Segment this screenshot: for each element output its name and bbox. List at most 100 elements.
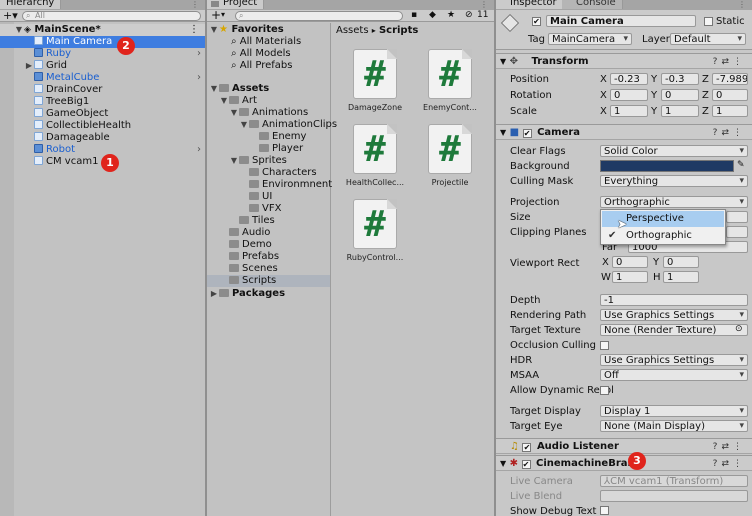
target-display-dropdown[interactable]: Display 1	[600, 405, 748, 417]
hierarchy-item-main-camera[interactable]: Main Camera	[0, 36, 205, 48]
position-z-field[interactable]: -7.9898	[712, 73, 748, 85]
expand-arrow-icon[interactable]: ▼	[239, 119, 249, 131]
component-header-icons[interactable]: ?⇄⋮	[713, 54, 746, 70]
near-field[interactable]	[726, 226, 748, 238]
asset-damagezone[interactable]: # DamageZone	[340, 49, 410, 112]
rotation-z-field[interactable]: 0	[712, 89, 748, 101]
eyedropper-icon[interactable]: ✎	[737, 160, 745, 170]
hierarchy-search-input[interactable]: ⌕ All	[22, 11, 201, 21]
scale-y-field[interactable]: 1	[661, 105, 699, 117]
filter-by-type-icon[interactable]: ▪	[411, 10, 417, 20]
folder-demo[interactable]: Demo	[207, 239, 330, 251]
folder-prefabs[interactable]: Prefabs	[207, 251, 330, 263]
camera-enabled-checkbox[interactable]: ✔	[522, 129, 532, 138]
breadcrumb-assets[interactable]: Assets	[336, 25, 369, 36]
cinemachine-brain-header[interactable]: ▼ ✱ ✔ CinemachineBrain ?⇄⋮	[496, 455, 752, 471]
expand-arrow-icon[interactable]: ▶	[209, 288, 219, 300]
panel-splitter[interactable]	[494, 0, 496, 516]
favorite-all-materials[interactable]: ⌕ All Materials	[207, 36, 330, 48]
expand-arrow-icon[interactable]: ▼	[14, 24, 24, 36]
console-tab[interactable]: Console	[562, 0, 623, 9]
msaa-dropdown[interactable]: Off	[600, 369, 748, 381]
folder-characters[interactable]: Characters	[207, 167, 330, 179]
component-header-icons[interactable]: ?⇄⋮	[713, 125, 746, 141]
expand-arrow-icon[interactable]: ▶	[24, 60, 34, 72]
size-field[interactable]	[726, 211, 748, 223]
layer-dropdown[interactable]: Default	[670, 33, 746, 45]
project-search-input[interactable]: ⌕	[235, 11, 403, 21]
depth-field[interactable]: -1	[600, 294, 748, 306]
target-texture-field[interactable]: None (Render Texture)	[600, 324, 748, 336]
expand-arrow-icon[interactable]: ▼	[219, 95, 229, 107]
viewport-w-field[interactable]: 1	[612, 271, 648, 283]
occlusion-culling-checkbox[interactable]	[600, 341, 609, 350]
rotation-x-field[interactable]: 0	[610, 89, 648, 101]
favorites-star-icon[interactable]: ★	[447, 10, 455, 20]
filter-by-label-icon[interactable]: ◆	[429, 10, 436, 20]
folder-ui[interactable]: UI	[207, 191, 330, 203]
folder-player[interactable]: Player	[207, 143, 330, 155]
scale-x-field[interactable]: 1	[610, 105, 648, 117]
hierarchy-item-grid[interactable]: ▶ Grid	[0, 60, 205, 72]
hierarchy-item-damageable[interactable]: Damageable	[0, 132, 205, 144]
folder-animationclips[interactable]: ▼ AnimationClips	[207, 119, 337, 131]
brain-enabled-checkbox[interactable]: ✔	[521, 460, 531, 469]
position-x-field[interactable]: -0.23	[610, 73, 648, 85]
allow-dynamic-resolution-checkbox[interactable]	[600, 386, 609, 395]
hierarchy-item-gameobject[interactable]: GameObject	[0, 108, 205, 120]
expand-arrow-icon[interactable]: ▼	[500, 57, 506, 66]
hierarchy-item-metalcube[interactable]: MetalCube ›	[0, 72, 205, 84]
folder-animations[interactable]: ▼ Animations	[207, 107, 330, 119]
hierarchy-item-robot[interactable]: Robot ›	[0, 144, 205, 156]
hierarchy-item-collectiblehealth[interactable]: CollectibleHealth	[0, 120, 205, 132]
object-name-field[interactable]: Main Camera	[546, 15, 696, 27]
expand-arrow-icon[interactable]: ▼	[209, 24, 219, 36]
folder-tiles[interactable]: Tiles	[207, 215, 330, 227]
asset-enemycontroller[interactable]: # EnemyCont...	[415, 49, 485, 112]
static-checkbox[interactable]	[704, 17, 713, 26]
scale-z-field[interactable]: 1	[712, 105, 748, 117]
folder-vfx[interactable]: VFX	[207, 203, 330, 215]
folder-scenes[interactable]: Scenes	[207, 263, 330, 275]
chevron-right-icon[interactable]: ›	[197, 72, 201, 84]
tab-menu-icon[interactable]: ⋮	[738, 0, 748, 9]
asset-projectile[interactable]: # Projectile	[415, 124, 485, 187]
inspector-tab[interactable]: Inspector	[496, 0, 564, 9]
clear-flags-dropdown[interactable]: Solid Color	[600, 145, 748, 157]
hierarchy-item-draincover[interactable]: DrainCover	[0, 84, 205, 96]
audio-listener-header[interactable]: ♫ ✔ Audio Listener ?⇄⋮	[496, 438, 752, 454]
hidden-packages-icon[interactable]: ⊘	[465, 10, 473, 20]
hierarchy-tab[interactable]: Hierarchy	[0, 0, 62, 9]
hierarchy-item-treebig1[interactable]: TreeBig1	[0, 96, 205, 108]
expand-arrow-icon[interactable]: ▼	[209, 83, 219, 95]
folder-scripts[interactable]: Scripts	[207, 275, 330, 287]
folder-environmnent[interactable]: Environmnent	[207, 179, 332, 191]
breadcrumb-scripts[interactable]: Scripts	[379, 25, 418, 36]
expand-arrow-icon[interactable]: ▼	[500, 459, 506, 468]
tab-menu-icon[interactable]: ⋮	[191, 0, 201, 9]
folder-packages[interactable]: ▶ Packages	[207, 288, 330, 300]
hdr-dropdown[interactable]: Use Graphics Settings	[600, 354, 748, 366]
folder-art[interactable]: ▼ Art	[207, 95, 330, 107]
audio-listener-enabled-checkbox[interactable]: ✔	[522, 443, 532, 452]
projection-dropdown[interactable]: Orthographic	[600, 196, 748, 208]
culling-mask-dropdown[interactable]: Everything	[600, 175, 748, 187]
active-checkbox[interactable]: ✔	[532, 17, 541, 26]
folder-enemy[interactable]: Enemy	[207, 131, 330, 143]
expand-arrow-icon[interactable]: ▼	[500, 128, 506, 137]
rendering-path-dropdown[interactable]: Use Graphics Settings	[600, 309, 748, 321]
panel-splitter[interactable]	[205, 0, 207, 516]
expand-arrow-icon[interactable]: ▼	[229, 107, 239, 119]
scene-menu-icon[interactable]: ⋮	[189, 24, 199, 36]
transform-header[interactable]: ▼ ✥ Transform ?⇄⋮	[496, 53, 752, 69]
background-color-swatch[interactable]	[600, 160, 734, 172]
project-add-button[interactable]: +	[211, 8, 221, 22]
favorite-all-models[interactable]: ⌕ All Models	[207, 48, 330, 60]
tag-dropdown[interactable]: MainCamera	[548, 33, 632, 45]
folder-sprites[interactable]: ▼ Sprites	[207, 155, 330, 167]
scene-row[interactable]: ▼ ◈ MainScene* ⋮	[0, 24, 205, 36]
add-menu-icon[interactable]: +▾	[3, 9, 18, 22]
favorites-row[interactable]: ▼ ★ Favorites	[207, 24, 330, 36]
target-eye-dropdown[interactable]: None (Main Display)	[600, 420, 748, 432]
viewport-y-field[interactable]: 0	[663, 256, 699, 268]
